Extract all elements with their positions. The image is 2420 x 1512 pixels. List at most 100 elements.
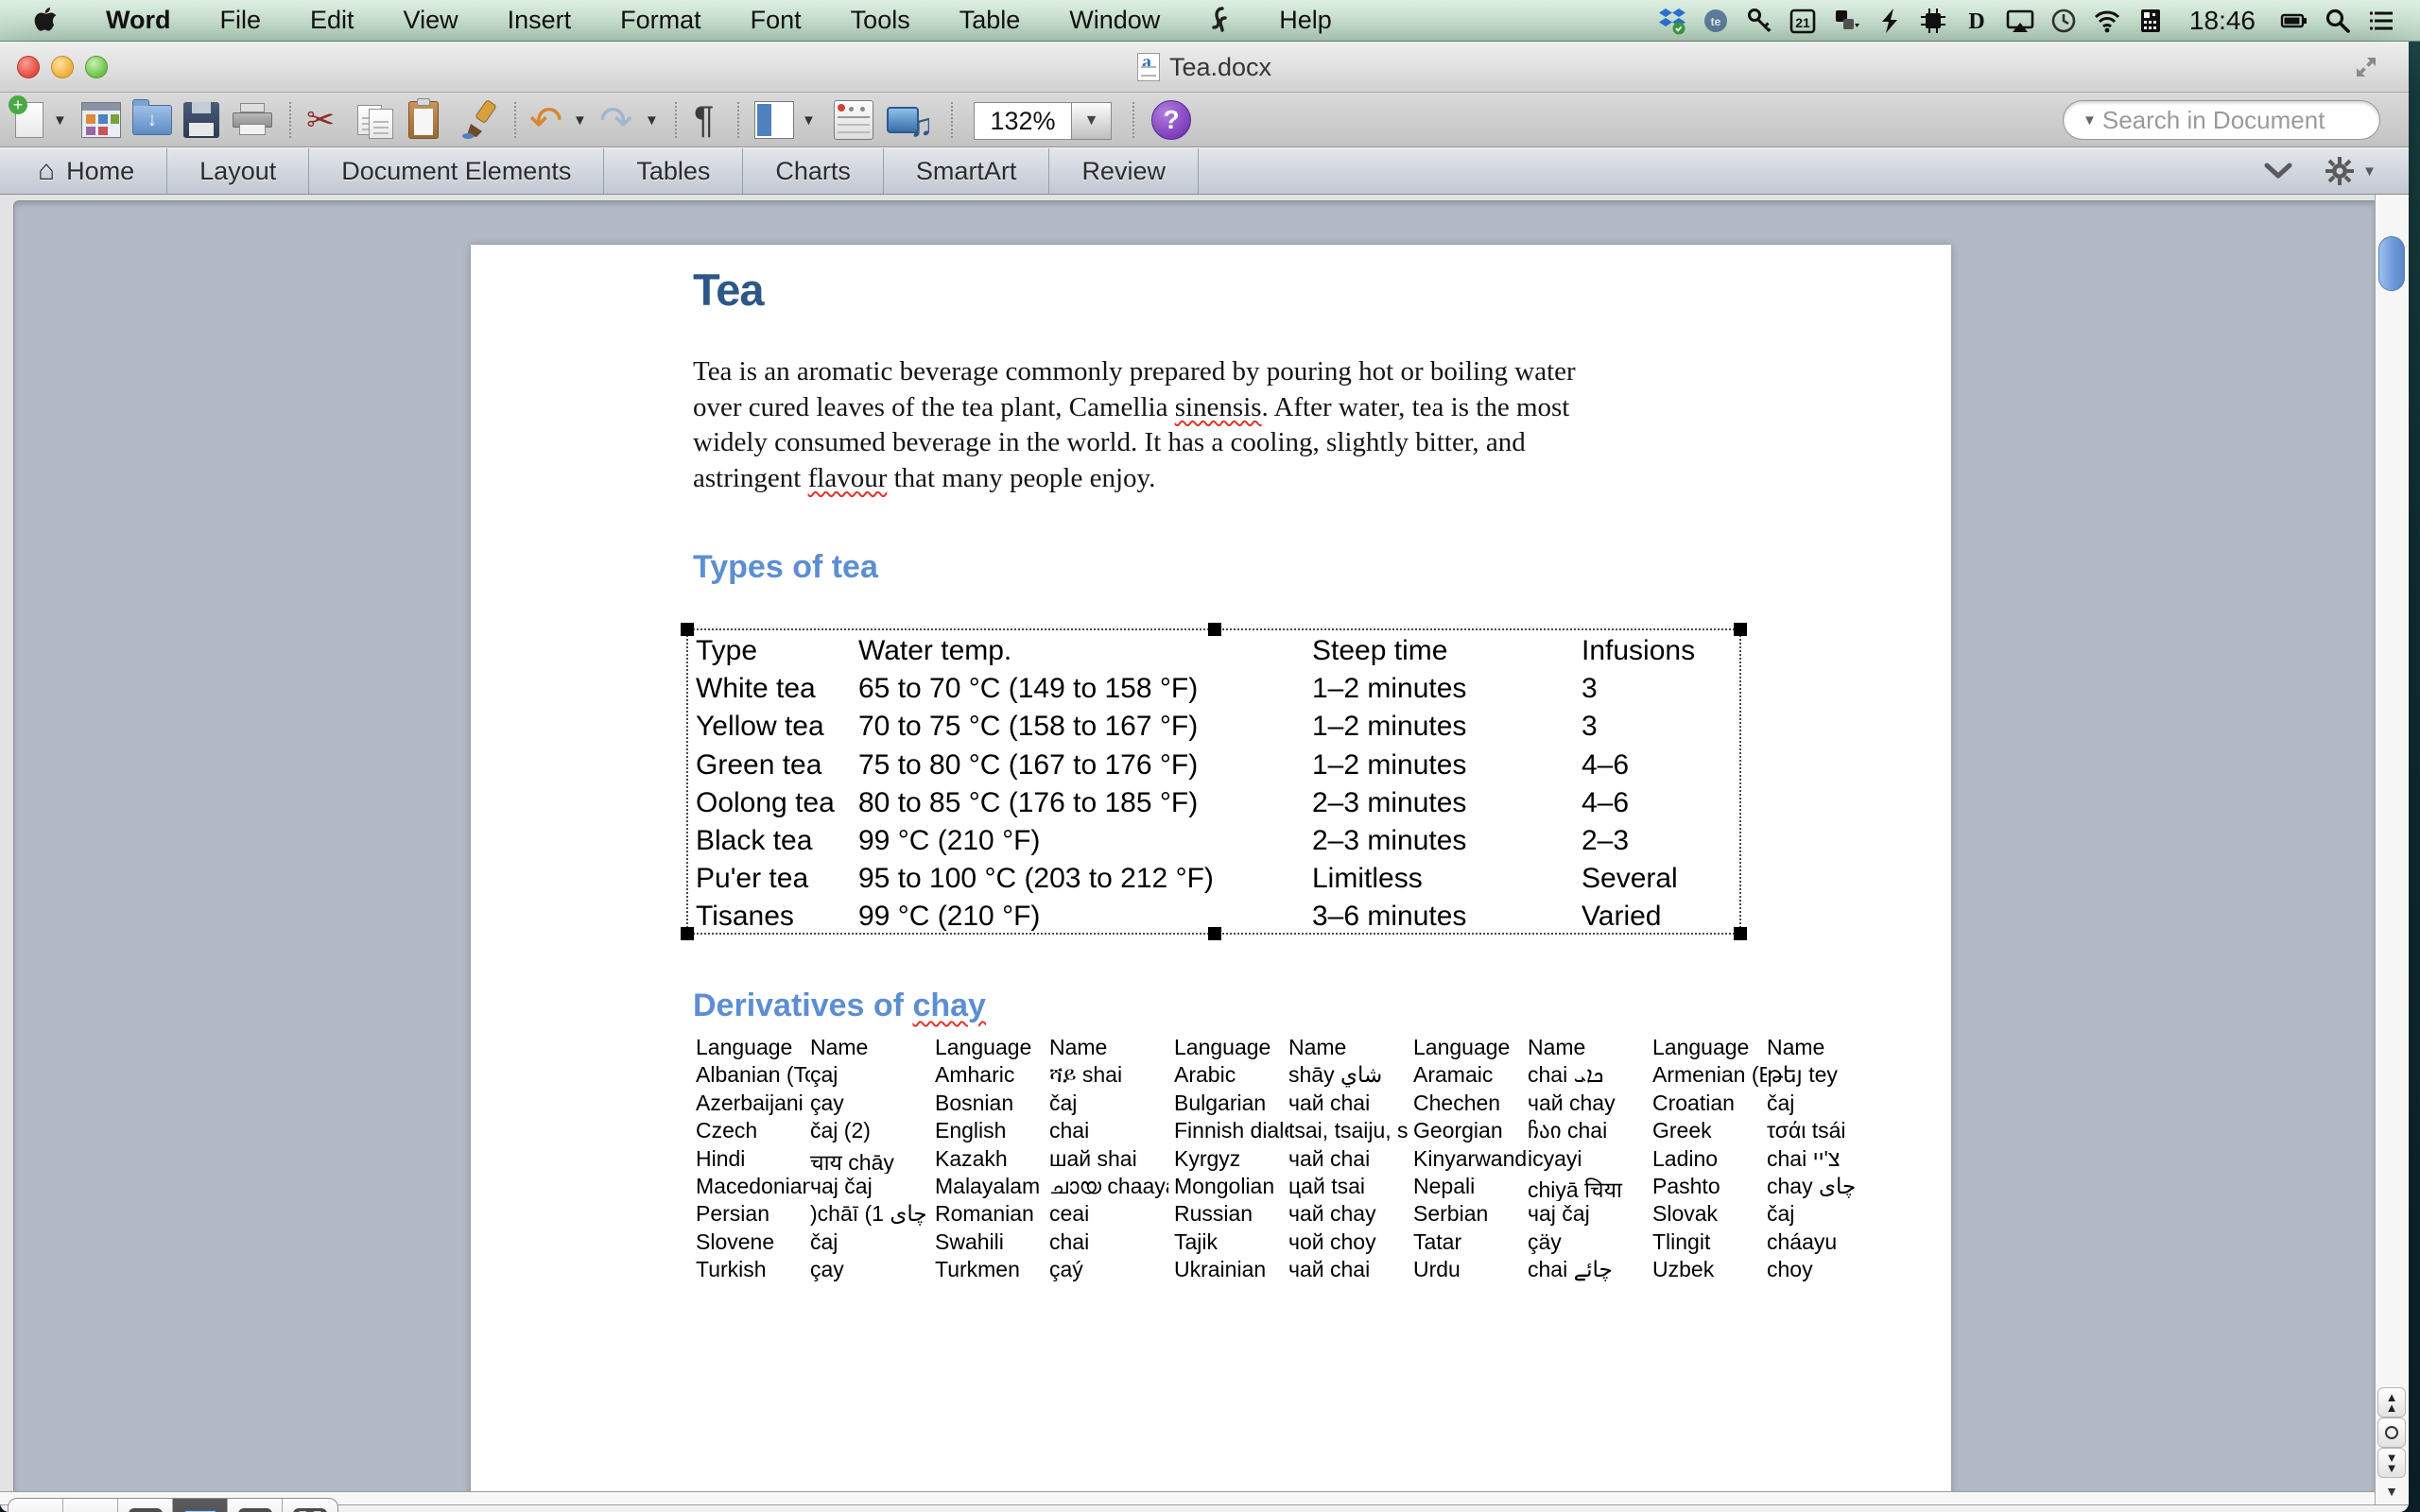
ribbon-settings-button[interactable]: ▼ [2325,156,2377,186]
save-button[interactable] [183,98,219,142]
tea-table-cell: Yellow tea [696,711,858,743]
horizontal-scrollbar[interactable] [0,1491,2375,1504]
derivative-language: Bosnian [935,1091,1049,1118]
selection-handle-bottom-right[interactable] [1734,927,1747,940]
new-document-caret[interactable]: ▼ [53,98,67,142]
print-button[interactable] [233,98,272,142]
derivatives-row: Croatiančaj [1652,1091,1886,1118]
menu-item-tools[interactable]: Tools [826,0,935,42]
derivatives-column-pair: LanguageNameArmenian (Eastern)թեյ teyCro… [1652,1035,1886,1285]
tea-table-cell: 99 °C (210 °F) [858,825,1312,857]
time-machine-icon[interactable] [2042,0,2085,42]
menu-item-edit[interactable]: Edit [285,0,379,42]
keyboard-viewer-icon[interactable] [2129,0,2172,42]
gallery-button[interactable] [81,98,121,142]
notification-center-icon[interactable] [2360,0,2403,42]
chip-icon[interactable] [1911,0,1955,42]
d-badge-icon[interactable]: D [1955,0,1998,42]
menu-item-font[interactable]: Font [726,0,826,42]
search-scope-caret[interactable]: ▼ [2083,112,2097,129]
vertical-scrollbar[interactable]: ▲▲ ▼▼ ▼ [2375,195,2409,1504]
menu-item-insert[interactable]: Insert [483,0,596,42]
scrollbar-thumb[interactable] [2378,236,2405,291]
help-button[interactable]: ? [1151,100,1191,140]
menu-item-window[interactable]: Window [1045,0,1184,42]
menu-clock[interactable]: 18:46 [2180,6,2265,36]
sidebar-button[interactable] [754,98,794,142]
battery-icon[interactable] [2273,0,2316,42]
notebook-layout-view-button[interactable] [228,1499,283,1512]
open-button[interactable]: ↓ [132,98,172,142]
redo-button[interactable]: ↷ [599,98,632,142]
shapes-icon[interactable] [1824,0,1868,42]
derivatives-table: LanguageNameAlbanian (Tosk)çajAzerbaijan… [696,1035,1886,1285]
derivative-name: чај čaj [1528,1201,1647,1228]
bolt-icon[interactable] [1868,0,1911,42]
tab-tables[interactable]: Tables [604,148,743,194]
script-menu-icon[interactable] [1184,0,1254,42]
new-document-button[interactable]: + [15,98,43,142]
tab-home[interactable]: ⌂Home [0,148,167,194]
next-page-button[interactable]: ▼▼ [2377,1448,2406,1478]
outline-view-button[interactable] [63,1499,118,1512]
tab-layout[interactable]: Layout [167,148,309,194]
document-proxy-icon[interactable] [1137,53,1160,81]
previous-page-button[interactable]: ▲▲ [2377,1387,2406,1418]
redo-caret[interactable]: ▼ [645,98,659,142]
derivative-language: Language [1413,1035,1528,1062]
calendar-icon[interactable]: 21 [1781,0,1824,42]
selection-handle-top-right[interactable] [1734,623,1747,636]
tab-document-elements[interactable]: Document Elements [309,148,604,194]
tea-table-cell: 65 to 70 °C (149 to 158 °F) [858,673,1312,705]
menu-item-view[interactable]: View [379,0,483,42]
focus-view-button[interactable] [283,1499,337,1512]
undo-caret[interactable]: ▼ [573,98,587,142]
paste-button[interactable] [408,98,439,142]
key-icon[interactable] [1737,0,1781,42]
document-page[interactable]: Tea Tea is an aromatic beverage commonly… [471,245,1951,1498]
draft-view-button[interactable] [9,1499,63,1512]
media-browser-button[interactable]: ♫ [887,98,934,142]
menu-item-file[interactable]: File [196,0,286,42]
embedded-excel-table[interactable]: TypeWater temp.Steep timeInfusionsWhite … [686,628,1741,935]
gallery-icon [81,102,121,138]
selection-handle-bottom-center[interactable] [1208,927,1221,940]
menu-item-help[interactable]: Help [1254,0,1357,42]
tea-table-cell: 70 to 75 °C (158 to 167 °F) [858,711,1312,743]
selection-handle-bottom-left[interactable] [681,927,694,940]
sidebar-caret[interactable]: ▼ [802,98,816,142]
selection-handle-top-center[interactable] [1208,623,1221,636]
toolbar-toggle-icon[interactable] [2354,55,2378,79]
menu-item-word[interactable]: Word [81,0,196,42]
format-painter-button[interactable] [459,98,501,142]
derivatives-row: Tatarçäy [1413,1229,1647,1257]
browse-object-button[interactable] [2377,1418,2406,1448]
airplay-icon[interactable] [1998,0,2042,42]
publishing-layout-view-button[interactable] [118,1499,173,1512]
tab-charts[interactable]: Charts [743,148,884,194]
menu-item-format[interactable]: Format [596,0,726,42]
derivative-language: Kinyarwanda [1413,1146,1528,1174]
spotlight-icon[interactable] [2316,0,2360,42]
menu-item-table[interactable]: Table [935,0,1046,42]
scroll-down-arrow[interactable]: ▼ [2377,1480,2406,1503]
show-invisibles-button[interactable]: ¶ [694,98,714,142]
undo-button[interactable]: ↶ [529,98,562,142]
selection-handle-top-left[interactable] [681,623,694,636]
print-layout-view-button[interactable] [173,1499,228,1512]
derivative-language: Tatar [1413,1229,1528,1257]
cut-button[interactable]: ✂ [306,98,335,142]
wifi-icon[interactable] [2085,0,2129,42]
textexpander-icon[interactable]: te [1694,0,1737,42]
toolbox-button[interactable] [834,98,873,142]
search-input[interactable] [2102,106,2409,135]
tab-review[interactable]: Review [1049,148,1199,194]
tab-smartart[interactable]: SmartArt [884,148,1050,194]
derivative-name: cháayu [1767,1229,1886,1257]
zoom-combo[interactable]: 132% [974,102,1072,140]
collapse-ribbon-icon[interactable] [2264,163,2292,180]
zoom-combo-caret[interactable]: ▼ [1072,102,1112,140]
copy-button[interactable] [357,98,393,142]
apple-menu[interactable] [0,0,81,42]
dropbox-icon[interactable] [1651,0,1694,42]
